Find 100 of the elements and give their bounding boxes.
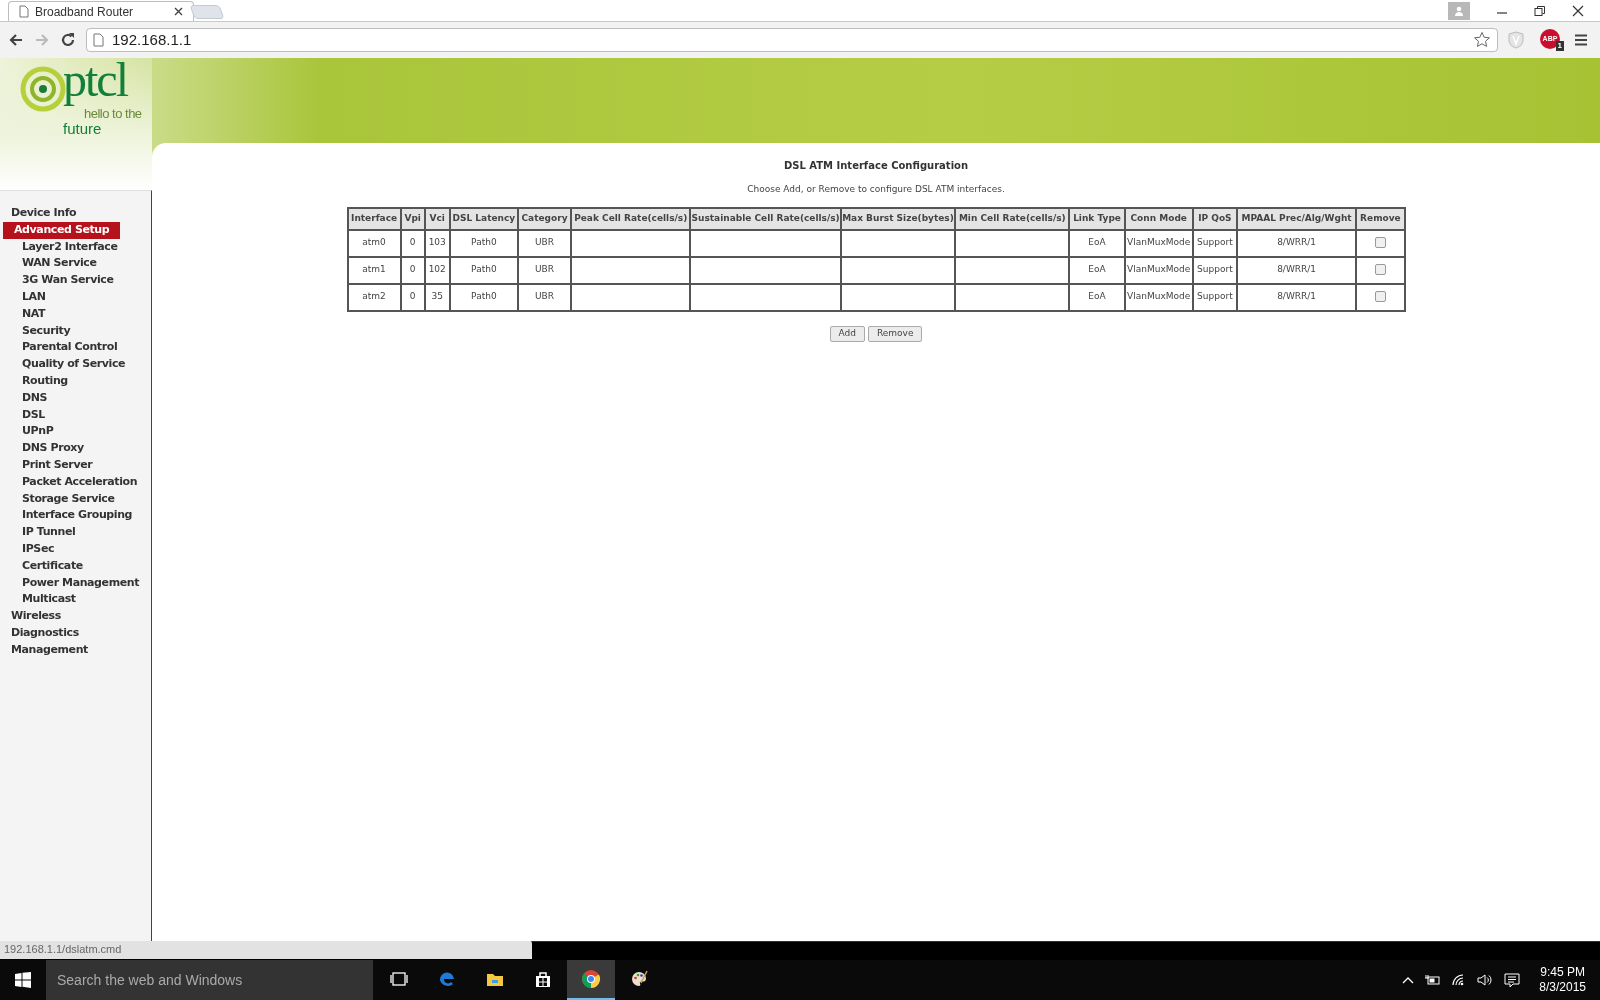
sidebar-item[interactable]: Parental Control [0,339,151,357]
notification-icon[interactable] [1504,972,1521,988]
column-header: Link Type [1069,207,1125,230]
page-title: DSL ATM Interface Configuration [783,159,969,173]
sidebar-item[interactable]: LAN [0,289,151,306]
table-cell: atm2 [347,283,401,311]
table-cell: Path0 [449,229,518,257]
sidebar-item[interactable]: Packet Acceleration [0,473,151,491]
browser-tab[interactable]: Broadband Router [8,1,194,21]
table-cell: atm1 [347,256,401,284]
sidebar-item[interactable]: DSL [0,406,151,424]
table-cell: VlanMuxMode [1124,283,1193,311]
reload-icon[interactable] [60,32,76,48]
taskbar-app-button[interactable] [567,960,615,1000]
sidebar-item[interactable]: DNS [0,389,151,407]
sidebar-item[interactable]: Layer2 Interface [0,238,151,256]
column-header: DSL Latency [449,207,518,230]
close-icon[interactable] [1572,5,1584,17]
action-button[interactable]: Add [829,325,865,342]
menu-icon[interactable] [1574,33,1588,47]
column-header: Vci [424,207,450,230]
table-cell: 0 [400,256,425,284]
battery-icon[interactable] [1425,974,1442,986]
sidebar-item[interactable]: Device Info [0,205,151,222]
table-cell: 0 [400,229,425,257]
table-cell: 8/WRR/1 [1236,229,1357,257]
table-cell: UBR [517,256,572,284]
table-cell: UBR [517,229,572,257]
column-header: Peak Cell Rate(cells/s) [571,207,691,230]
table-cell: 8/WRR/1 [1236,283,1357,311]
remove-checkbox[interactable] [1374,237,1386,249]
chevron-up-icon[interactable] [1402,976,1415,984]
table-cell: 8/WRR/1 [1236,256,1357,284]
badge-count: 1 [1555,41,1564,51]
page-icon [93,33,104,47]
sidebar-item[interactable]: Advanced Setup [3,221,120,239]
restore-icon[interactable] [1534,5,1546,17]
sidebar-item[interactable]: Interface Grouping [0,507,151,525]
action-button[interactable]: Remove [867,325,923,342]
logo-wordmark: ptcl [63,52,127,108]
clock-date: 8/3/2015 [1539,980,1586,995]
sidebar-item[interactable]: Management [0,641,151,659]
sidebar-item[interactable]: Certificate [0,557,151,575]
table-cell: EoA [1069,283,1125,311]
star-icon[interactable] [1473,31,1491,49]
url-text: 192.168.1.1 [112,29,192,50]
table-cell: VlanMuxMode [1124,256,1193,284]
sidebar-item[interactable]: IPSec [0,540,151,558]
table-cell: 0 [400,283,425,311]
sidebar-item[interactable]: IP Tunnel [0,524,151,541]
task-view-icon [389,969,409,989]
table-cell: atm0 [347,229,401,257]
sidebar-item[interactable]: 3G Wan Service [0,272,151,289]
windows-icon [15,972,31,988]
clock[interactable]: 9:45 PM 8/3/2015 [1539,965,1586,995]
table-cell: UBR [517,283,572,311]
remove-checkbox[interactable] [1374,291,1386,303]
column-header: Max Burst Size(bytes) [840,207,956,230]
sidebar-item[interactable]: NAT [0,305,151,323]
palette-icon [629,969,649,989]
close-icon[interactable] [174,7,183,16]
sidebar-item[interactable]: WAN Service [0,255,151,273]
sidebar-item[interactable]: Routing [0,372,151,390]
table-cell: Support [1192,256,1237,284]
page-subtitle: Choose Add, or Remove to configure DSL ATM interfaces. [747,183,1005,196]
status-url: 192.168.1.1/dslatm.cmd [4,942,122,958]
column-header: Interface [347,207,401,230]
table-cell: 102 [424,256,450,284]
search-field[interactable]: Search the web and Windows [46,960,373,1000]
remove-checkbox[interactable] [1374,264,1386,276]
table-cell: Support [1192,283,1237,311]
column-header: MPAAL Prec/Alg/Wght [1236,207,1357,230]
clock-time: 9:45 PM [1540,965,1585,980]
sidebar-item[interactable]: DNS Proxy [0,440,151,457]
shopping-bag-icon [533,969,553,989]
page-icon [19,5,29,18]
chrome-icon [581,969,601,989]
table-cell: Path0 [449,283,518,311]
table-cell: EoA [1069,256,1125,284]
sidebar-item[interactable]: Print Server [0,456,151,474]
back-icon[interactable] [8,32,24,48]
address-bar[interactable]: 192.168.1.1 [86,28,1498,52]
column-header: Category [517,207,572,230]
table-cell: EoA [1069,229,1125,257]
table-cell: Path0 [449,256,518,284]
column-header: IP QoS [1192,207,1237,230]
table-cell: Support [1192,229,1237,257]
tab-title: Broadband Router [35,3,135,21]
sidebar-item[interactable]: UPnP [0,423,151,441]
sidebar-item[interactable]: Storage Service [0,490,151,508]
sidebar-item[interactable]: Power Management [0,574,151,592]
table-cell: VlanMuxMode [1124,229,1193,257]
table-cell: 103 [424,229,450,257]
sidebar-item[interactable]: Diagnostics [0,624,151,642]
volume-icon[interactable] [1477,973,1494,987]
column-header: Sustainable Cell Rate(cells/s) [690,207,841,230]
sidebar-item[interactable]: Multicast [0,591,151,609]
sidebar-item[interactable]: Security [0,322,151,340]
sidebar-item[interactable]: Quality of Service [0,356,151,373]
sidebar-item[interactable]: Wireless [0,608,151,625]
